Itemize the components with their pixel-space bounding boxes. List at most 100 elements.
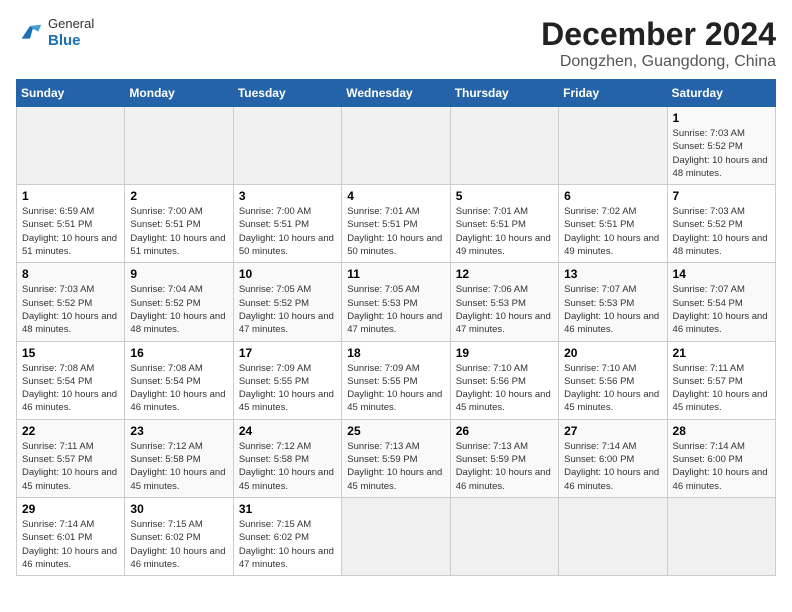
weekday-header: Wednesday (342, 80, 450, 107)
weekday-header: Monday (125, 80, 233, 107)
day-info: Sunrise: 7:01 AMSunset: 5:51 PMDaylight:… (456, 205, 553, 258)
calendar-week-row: 15 Sunrise: 7:08 AMSunset: 5:54 PMDayligh… (17, 341, 776, 419)
page-header: General Blue December 2024 Dongzhen, Gua… (16, 16, 776, 71)
day-number: 3 (239, 189, 336, 203)
calendar-cell: 6 Sunrise: 7:02 AMSunset: 5:51 PMDaylight… (559, 185, 667, 263)
calendar-cell: 3 Sunrise: 7:00 AMSunset: 5:51 PMDaylight… (233, 185, 341, 263)
calendar-cell: 27Sunrise: 7:14 AMSunset: 6:00 PMDayligh… (559, 419, 667, 497)
calendar-cell (667, 497, 775, 575)
calendar-cell: 5 Sunrise: 7:01 AMSunset: 5:51 PMDaylight… (450, 185, 558, 263)
day-info: Sunrise: 7:04 AMSunset: 5:52 PMDaylight:… (130, 283, 227, 336)
day-number: 5 (456, 189, 553, 203)
day-number: 26 (456, 424, 553, 438)
day-info: Sunrise: 7:12 AMSunset: 5:58 PMDaylight:… (130, 440, 227, 493)
day-info: Sunrise: 7:07 AMSunset: 5:54 PMDaylight:… (673, 283, 770, 336)
day-number: 21 (673, 346, 770, 360)
calendar-cell: 22Sunrise: 7:11 AMSunset: 5:57 PMDayligh… (17, 419, 125, 497)
day-info: Sunrise: 7:05 AMSunset: 5:52 PMDaylight:… (239, 283, 336, 336)
calendar-cell: 28 Sunrise: 7:14 AMSunset: 6:00 PMDayligh… (667, 419, 775, 497)
location: Dongzhen, Guangdong, China (541, 53, 776, 71)
calendar-cell: 2 Sunrise: 7:00 AMSunset: 5:51 PMDaylight… (125, 185, 233, 263)
day-info: Sunrise: 7:03 AMSunset: 5:52 PMDaylight:… (22, 283, 119, 336)
calendar-cell: 24 Sunrise: 7:12 AMSunset: 5:58 PMDayligh… (233, 419, 341, 497)
calendar-cell: 17Sunrise: 7:09 AMSunset: 5:55 PMDayligh… (233, 341, 341, 419)
calendar-table: SundayMondayTuesdayWednesdayThursdayFrid… (16, 79, 776, 576)
weekday-header-row: SundayMondayTuesdayWednesdayThursdayFrid… (17, 80, 776, 107)
day-info: Sunrise: 7:11 AMSunset: 5:57 PMDaylight:… (673, 362, 770, 415)
calendar-cell: 18 Sunrise: 7:09 AMSunset: 5:55 PMDayligh… (342, 341, 450, 419)
calendar-cell: 25Sunrise: 7:13 AMSunset: 5:59 PMDayligh… (342, 419, 450, 497)
calendar-cell (450, 497, 558, 575)
day-number: 1 (22, 189, 119, 203)
day-number: 8 (22, 267, 119, 281)
calendar-week-row: 1Sunrise: 6:59 AMSunset: 5:51 PMDaylight… (17, 185, 776, 263)
day-info: Sunrise: 7:02 AMSunset: 5:51 PMDaylight:… (564, 205, 661, 258)
calendar-cell: 7Sunrise: 7:03 AMSunset: 5:52 PMDaylight… (667, 185, 775, 263)
weekday-header: Saturday (667, 80, 775, 107)
calendar-cell: 31Sunrise: 7:15 AMSunset: 6:02 PMDayligh… (233, 497, 341, 575)
calendar-cell: 13 Sunrise: 7:07 AMSunset: 5:53 PMDayligh… (559, 263, 667, 341)
weekday-header: Sunday (17, 80, 125, 107)
day-number: 28 (673, 424, 770, 438)
title-block: December 2024 Dongzhen, Guangdong, China (541, 16, 776, 71)
logo-blue: Blue (48, 32, 81, 49)
calendar-cell: 8 Sunrise: 7:03 AMSunset: 5:52 PMDaylight… (17, 263, 125, 341)
day-info: Sunrise: 7:09 AMSunset: 5:55 PMDaylight:… (239, 362, 336, 415)
calendar-week-row: 22Sunrise: 7:11 AMSunset: 5:57 PMDayligh… (17, 419, 776, 497)
day-number: 29 (22, 502, 119, 516)
day-info: Sunrise: 7:05 AMSunset: 5:53 PMDaylight:… (347, 283, 444, 336)
day-number: 11 (347, 267, 444, 281)
day-number: 25 (347, 424, 444, 438)
day-info: Sunrise: 7:14 AMSunset: 6:00 PMDaylight:… (673, 440, 770, 493)
day-number: 14 (673, 267, 770, 281)
calendar-cell: 20Sunrise: 7:10 AMSunset: 5:56 PMDayligh… (559, 341, 667, 419)
day-info: Sunrise: 7:08 AMSunset: 5:54 PMDaylight:… (130, 362, 227, 415)
calendar-cell: 9 Sunrise: 7:04 AMSunset: 5:52 PMDaylight… (125, 263, 233, 341)
day-number: 2 (130, 189, 227, 203)
calendar-cell (450, 107, 558, 185)
logo: General Blue (16, 16, 94, 50)
day-number: 13 (564, 267, 661, 281)
calendar-cell: 23Sunrise: 7:12 AMSunset: 5:58 PMDayligh… (125, 419, 233, 497)
weekday-header: Thursday (450, 80, 558, 107)
day-number: 31 (239, 502, 336, 516)
calendar-cell: 1Sunrise: 6:59 AMSunset: 5:51 PMDaylight… (17, 185, 125, 263)
calendar-week-row: 29 Sunrise: 7:14 AMSunset: 6:01 PMDayligh… (17, 497, 776, 575)
day-info: Sunrise: 7:14 AMSunset: 6:00 PMDaylight:… (564, 440, 661, 493)
calendar-cell: 14 Sunrise: 7:07 AMSunset: 5:54 PMDayligh… (667, 263, 775, 341)
calendar-cell: 4Sunrise: 7:01 AMSunset: 5:51 PMDaylight… (342, 185, 450, 263)
logo-general: General (48, 16, 94, 32)
calendar-cell (125, 107, 233, 185)
day-number: 18 (347, 346, 444, 360)
day-info: Sunrise: 7:00 AMSunset: 5:51 PMDaylight:… (130, 205, 227, 258)
weekday-header: Friday (559, 80, 667, 107)
day-info: Sunrise: 7:10 AMSunset: 5:56 PMDaylight:… (564, 362, 661, 415)
day-number: 16 (130, 346, 227, 360)
day-info: Sunrise: 7:09 AMSunset: 5:55 PMDaylight:… (347, 362, 444, 415)
day-number: 19 (456, 346, 553, 360)
day-number: 24 (239, 424, 336, 438)
calendar-cell: 16 Sunrise: 7:08 AMSunset: 5:54 PMDayligh… (125, 341, 233, 419)
calendar-week-row: 8 Sunrise: 7:03 AMSunset: 5:52 PMDaylight… (17, 263, 776, 341)
day-number: 15 (22, 346, 119, 360)
day-info: Sunrise: 7:00 AMSunset: 5:51 PMDaylight:… (239, 205, 336, 258)
calendar-cell (17, 107, 125, 185)
day-info: Sunrise: 7:15 AMSunset: 6:02 PMDaylight:… (130, 518, 227, 571)
logo-icon (16, 19, 44, 47)
calendar-cell: 12Sunrise: 7:06 AMSunset: 5:53 PMDayligh… (450, 263, 558, 341)
calendar-cell (233, 107, 341, 185)
day-info: Sunrise: 7:03 AMSunset: 5:52 PMDaylight:… (673, 127, 770, 180)
day-info: Sunrise: 7:14 AMSunset: 6:01 PMDaylight:… (22, 518, 119, 571)
day-number: 30 (130, 502, 227, 516)
calendar-cell (342, 107, 450, 185)
day-number: 10 (239, 267, 336, 281)
day-info: Sunrise: 7:07 AMSunset: 5:53 PMDaylight:… (564, 283, 661, 336)
day-info: Sunrise: 7:12 AMSunset: 5:58 PMDaylight:… (239, 440, 336, 493)
calendar-cell: 1 Sunrise: 7:03 AMSunset: 5:52 PMDaylight… (667, 107, 775, 185)
day-number: 1 (673, 111, 770, 125)
calendar-cell (342, 497, 450, 575)
day-number: 6 (564, 189, 661, 203)
calendar-cell (559, 107, 667, 185)
calendar-cell: 11 Sunrise: 7:05 AMSunset: 5:53 PMDayligh… (342, 263, 450, 341)
day-number: 9 (130, 267, 227, 281)
